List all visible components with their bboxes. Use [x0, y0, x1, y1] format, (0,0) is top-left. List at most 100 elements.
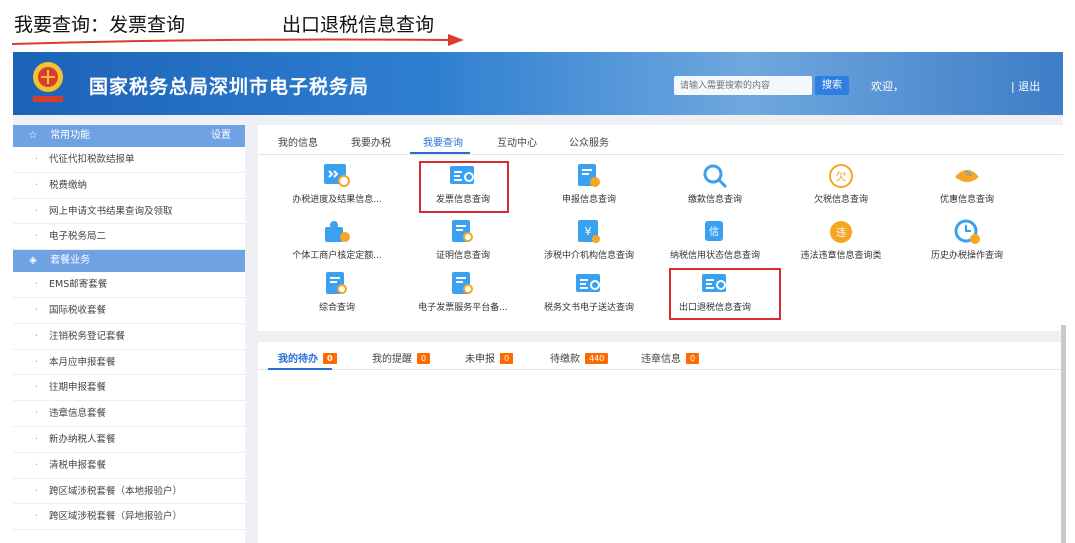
certificate-search-icon	[452, 220, 473, 242]
sidebar-item-label: 新办纳税人套餐	[49, 433, 116, 445]
query-panel: 我的信息 我要办税 我要查询 互动中心 公众服务 办税进度及结果信息... 发票…	[258, 125, 1063, 331]
search-button[interactable]: 搜索	[815, 76, 849, 95]
sidebar-item-label: 网上申请文书结果查询及领取	[49, 205, 173, 217]
tile-e-invoice-platform[interactable]: 电子发票服务平台备...	[400, 271, 526, 313]
todo-panel: 我的待办 0 我的提醒 0 未申报 0 待缴款 440 违章信息 0	[258, 342, 1063, 543]
tile-violation-query[interactable]: 违 违法违章信息查询类	[778, 219, 904, 261]
owed-tax-icon: 欠	[829, 164, 853, 188]
tile-payment-query[interactable]: 缴款信息查询	[652, 163, 778, 205]
tab-tax-handling[interactable]: 我要办税	[351, 134, 391, 149]
active-todo-indicator	[268, 368, 332, 370]
sidebar-item-label: 往期申报套餐	[49, 382, 107, 394]
tile-label: 缴款信息查询	[687, 195, 742, 205]
tile-document-delivery[interactable]: 税务文书电子送达查询	[526, 271, 652, 313]
sidebar: ☆ 常用功能 设置 · 代征代扣税款结报单 · 税费缴纳 · 网上申请文书结果查询及领…	[13, 125, 245, 543]
tab-query[interactable]: 我要查询	[423, 134, 463, 149]
sidebar-item[interactable]: · 网上申请文书结果查询及领取	[13, 199, 245, 225]
svg-text:违: 违	[836, 227, 846, 239]
sidebar-item-label: 违章信息套餐	[49, 408, 107, 420]
todo-tab-undeclared[interactable]: 未申报 0	[465, 350, 514, 365]
tile-owed-tax-query[interactable]: 欠 欠税信息查询	[778, 163, 904, 205]
count-badge: 0	[686, 353, 700, 364]
count-badge: 0	[417, 353, 431, 364]
sidebar-item-label: 跨区域涉税套餐（异地报验户）	[49, 511, 183, 523]
bullet-icon: ·	[35, 485, 39, 497]
sidebar-item[interactable]: · 税费缴纳	[13, 173, 245, 199]
svg-text:信: 信	[709, 226, 719, 238]
svg-text:欠: 欠	[836, 169, 847, 183]
logout-link[interactable]: | 退出	[1011, 78, 1040, 94]
sidebar-item[interactable]: · 跨区域涉税套餐（本地报验户）	[13, 479, 245, 505]
document-delivery-icon	[576, 274, 600, 292]
sidebar-item[interactable]: · EMS邮寄套餐	[13, 272, 245, 298]
magnifier-icon	[703, 164, 728, 189]
settings-link[interactable]: 设置	[211, 125, 231, 147]
sidebar-item-label: 电子税务局二	[49, 231, 107, 243]
tab-my-info[interactable]: 我的信息	[278, 134, 318, 149]
sidebar-item[interactable]: · 违章信息套餐	[13, 401, 245, 427]
tile-label: 涉税中介机构信息查询	[543, 251, 634, 261]
sidebar-item-label: 代征代扣税款结报单	[49, 154, 135, 165]
todo-tab-my-tasks[interactable]: 我的待办 0	[278, 350, 337, 365]
layers-icon: ◈	[29, 255, 37, 267]
search-input[interactable]	[674, 76, 812, 95]
comprehensive-search-icon	[326, 272, 347, 294]
todo-tab-reminders[interactable]: 我的提醒 0	[372, 350, 431, 365]
sidebar-item[interactable]: · 本月应申报套餐	[13, 350, 245, 376]
tax-emblem-icon	[33, 62, 63, 102]
sidebar-item-label: 清税申报套餐	[49, 459, 107, 471]
sidebar-item[interactable]: · 往期申报套餐	[13, 375, 245, 402]
sidebar-item[interactable]: · 电子税务局二	[13, 224, 245, 251]
tile-certificate-query[interactable]: 证明信息查询	[400, 219, 526, 261]
sidebar-item-label: 国际税收套餐	[49, 304, 107, 316]
sidebar-item-label: 税费缴纳	[49, 179, 88, 191]
tile-discount-query[interactable]: % 优惠信息查询	[904, 163, 1030, 205]
bullet-icon: ·	[35, 382, 39, 394]
tile-label: 欠税信息查询	[813, 195, 868, 205]
count-badge: 0	[323, 353, 337, 364]
bullet-icon: ·	[35, 408, 39, 420]
welcome-text: 欢迎，	[871, 80, 904, 93]
tile-individual-business[interactable]: 个体工商户核定定额...	[274, 219, 400, 261]
sidebar-item[interactable]: · 注销税务登记套餐	[13, 324, 245, 350]
annotation-arrow-icon	[12, 34, 464, 46]
tile-comprehensive-query[interactable]: 综合查询	[274, 271, 400, 313]
sidebar-item[interactable]: · 清税申报套餐	[13, 453, 245, 479]
bullet-icon: ·	[35, 459, 39, 471]
tile-history-query[interactable]: 历史办税操作查询	[904, 219, 1030, 261]
sidebar-header-package[interactable]: ◈ 套餐业务	[13, 250, 245, 273]
individual-business-icon	[325, 221, 350, 242]
sidebar-item-label: 注销税务登记套餐	[49, 330, 126, 342]
scrollbar[interactable]	[1061, 325, 1066, 543]
tile-agency-query[interactable]: ¥ 涉税中介机构信息查询	[526, 219, 652, 261]
declaration-upload-icon	[578, 164, 600, 187]
bullet-icon: ·	[35, 330, 39, 342]
tab-interaction[interactable]: 互动中心	[497, 134, 537, 149]
sidebar-item[interactable]: · 新办纳税人套餐	[13, 427, 245, 453]
tile-label: 申报信息查询	[561, 195, 616, 205]
bullet-icon: ·	[35, 279, 39, 291]
todo-tab-label: 我的待办	[278, 354, 318, 365]
history-clock-icon	[954, 219, 980, 244]
tab-public-service[interactable]: 公众服务	[569, 134, 609, 149]
bullet-icon: ·	[35, 205, 39, 217]
todo-tab-violations[interactable]: 违章信息 0	[641, 350, 700, 365]
tile-label: 个体工商户核定定额...	[292, 251, 382, 261]
bullet-icon: ·	[35, 304, 39, 316]
sidebar-item[interactable]: · 国际税收套餐	[13, 298, 245, 324]
agency-yuan-icon: ¥	[578, 220, 600, 243]
svg-text:%: %	[964, 169, 972, 178]
tile-label: 优惠信息查询	[939, 195, 994, 205]
tile-progress-query[interactable]: 办税进度及结果信息...	[274, 163, 400, 205]
tile-credit-query[interactable]: 信 纳税信用状态信息查询	[652, 219, 778, 261]
tile-label: 历史办税操作查询	[930, 251, 1003, 261]
annotation-bar: 我要查询：发票查询 出口退税信息查询	[0, 0, 1075, 52]
count-badge: 0	[500, 353, 514, 364]
sidebar-item[interactable]: · 跨区域涉税套餐（异地报验户）	[13, 504, 245, 531]
todo-tab-label: 待缴款	[550, 354, 580, 365]
e-invoice-search-icon	[452, 272, 473, 294]
todo-tab-pending-payment[interactable]: 待缴款 440	[550, 350, 609, 365]
sidebar-item[interactable]: · 代征代扣税款结报单	[13, 147, 245, 173]
tile-declaration-query[interactable]: 申报信息查询	[526, 163, 652, 205]
tax-bureau-app: 国家税务总局深圳市电子税务局 搜索 欢迎， | 退出 ☆ 常用功能 设置 · 代征…	[13, 52, 1063, 543]
